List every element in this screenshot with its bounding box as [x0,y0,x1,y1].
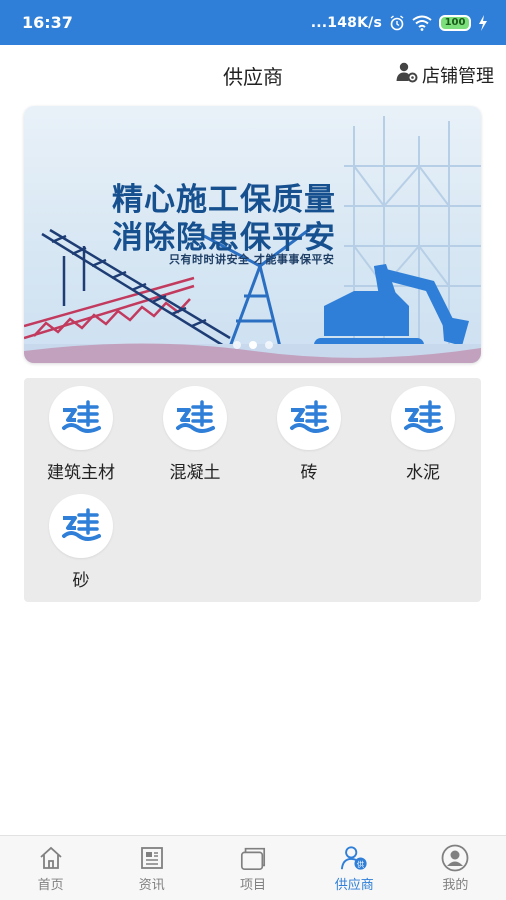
construction-logo-icon [163,386,227,450]
category-label: 砖 [300,463,318,483]
nav-supplier[interactable]: 供 供应商 [304,836,405,900]
nav-project-label: 项目 [240,877,267,893]
promo-banner[interactable]: 精心施工保质量 消除隐患保平安 只有时时讲安全 才能事事保平安 [24,106,481,363]
status-bar: 16:37 ...148K/s 100 [0,0,506,45]
page-title: 供应商 [223,64,283,89]
supplier-icon: 供 [340,844,368,872]
battery-icon: 100 [439,14,471,31]
construction-logo-icon [277,386,341,450]
wifi-icon [412,15,432,31]
nav-profile-label: 我的 [442,877,469,893]
construction-logo-icon [391,386,455,450]
network-speed: ...148K/s [310,14,382,31]
category-item[interactable]: 建筑主材 [24,382,138,492]
nav-news[interactable]: 资讯 [101,836,202,900]
banner-pagination [24,341,481,349]
category-item[interactable]: 混凝土 [138,382,252,492]
status-indicators: ...148K/s 100 [310,14,488,31]
profile-icon [441,844,469,872]
category-grid: 建筑主材 混凝土 砖 水泥 砂 [24,378,481,602]
nav-supplier-label: 供应商 [334,877,374,893]
category-item[interactable]: 砂 [24,490,138,600]
banner-dot[interactable] [248,341,257,349]
store-manage-button[interactable]: 店铺管理 [396,61,494,88]
news-icon [138,844,166,872]
category-label: 水泥 [406,463,440,483]
category-label: 砂 [72,571,90,591]
nav-profile[interactable]: 我的 [405,836,506,900]
store-manage-label: 店铺管理 [422,65,494,87]
nav-project[interactable]: 项目 [202,836,303,900]
banner-dot[interactable] [232,341,241,349]
home-icon [37,844,65,872]
alarm-icon [389,14,405,31]
svg-text:供: 供 [357,858,365,868]
charging-icon [478,14,488,31]
category-label: 混凝土 [169,463,221,483]
page-header: 供应商 店铺管理 [0,45,506,105]
bottom-navigation: 首页 资讯 项目 供 供应商 我的 [0,835,506,900]
banner-dot[interactable] [264,341,273,349]
construction-logo-icon [49,386,113,450]
project-icon [239,844,267,872]
category-item[interactable]: 砖 [252,382,366,492]
status-time: 16:37 [22,13,73,32]
nav-home-label: 首页 [37,877,64,893]
construction-logo-icon [49,494,113,558]
category-item[interactable]: 水泥 [366,382,480,492]
nav-home[interactable]: 首页 [0,836,101,900]
banner-subtitle: 只有时时讲安全 才能事事保平安 [169,253,335,266]
category-label: 建筑主材 [47,463,115,483]
user-settings-icon [396,61,418,88]
nav-news-label: 资讯 [138,877,165,893]
